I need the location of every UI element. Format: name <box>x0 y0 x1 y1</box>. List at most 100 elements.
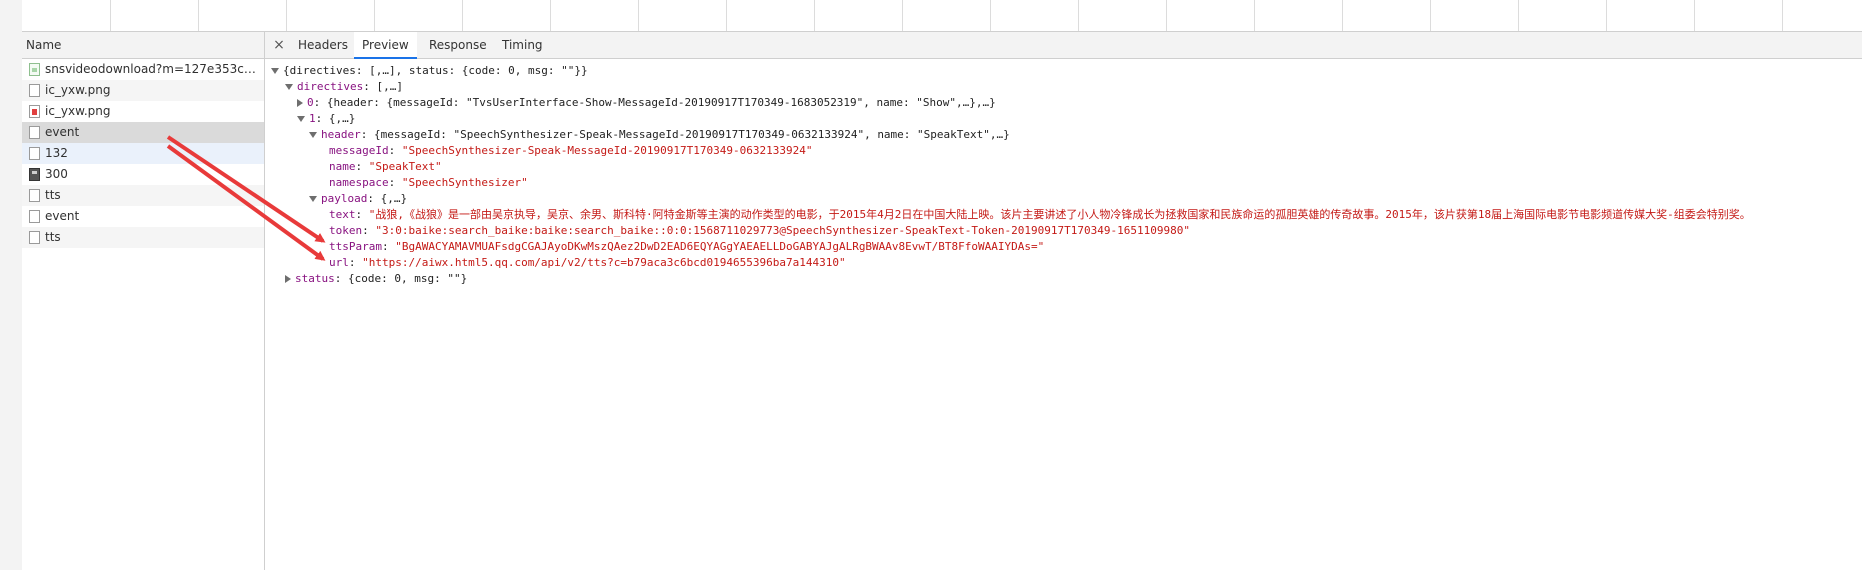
json-key: header <box>321 128 361 141</box>
json-summary: {,…} <box>328 112 356 125</box>
json-key: directives <box>297 80 364 93</box>
request-row[interactable]: ic_yxw.png <box>22 80 264 101</box>
tab-response[interactable]: Response <box>421 32 495 58</box>
tab-headers[interactable]: Headers <box>290 32 356 58</box>
document-icon <box>29 126 40 139</box>
request-row[interactable]: snsvideodownload?m=127e353c0a9b... <box>22 59 264 80</box>
request-row[interactable]: event <box>22 206 264 227</box>
timeline-gridline <box>110 0 111 31</box>
json-node-item-1[interactable]: 1: {,…} <box>297 111 355 127</box>
timeline-gridline <box>1782 0 1783 31</box>
document-icon <box>29 231 40 244</box>
json-root-node[interactable]: {directives: [,…], status: {code: 0, msg… <box>271 63 588 79</box>
tab-timing[interactable]: Timing <box>494 32 551 58</box>
request-name: event <box>45 125 80 139</box>
json-prop-token: token: "3:0:baike:search_baike:baike:sea… <box>329 224 1190 237</box>
request-name: ic_yxw.png <box>45 104 111 118</box>
left-gutter <box>0 0 23 570</box>
json-string-value: "SpeechSynthesizer" <box>401 176 528 189</box>
image-file-icon <box>29 105 40 118</box>
timeline-gridline <box>638 0 639 31</box>
json-string-value: "SpeakText" <box>368 160 442 173</box>
expand-triangle-icon[interactable] <box>297 116 305 122</box>
timeline-gridline <box>1078 0 1079 31</box>
json-key: url <box>329 256 349 269</box>
timeline-gridline <box>1254 0 1255 31</box>
json-prop-messageId: messageId: "SpeechSynthesizer-Speak-Mess… <box>329 144 813 157</box>
json-key: namespace <box>329 176 389 189</box>
json-key: text <box>329 208 356 221</box>
request-name: 132 <box>45 146 68 160</box>
json-node-directives[interactable]: directives: [,…] <box>285 79 403 95</box>
timeline-overview[interactable] <box>22 0 1862 32</box>
timeline-gridline <box>462 0 463 31</box>
json-root-summary: {directives: [,…], status: {code: 0, msg… <box>283 64 588 77</box>
collapse-triangle-icon[interactable] <box>297 99 303 107</box>
json-key: messageId <box>329 144 389 157</box>
name-column-header[interactable]: Name <box>22 32 264 59</box>
json-key: name <box>329 160 356 173</box>
json-summary: {header: {messageId: "TvsUserInterface-S… <box>326 96 996 109</box>
json-prop-namespace: namespace: "SpeechSynthesizer" <box>329 176 528 189</box>
json-string-value: "BgAWACYAMAVMUAFsdgCGAJAyoDKwMszQAez2DwD… <box>395 240 1045 253</box>
timeline-gridline <box>374 0 375 31</box>
request-list: Name snsvideodownload?m=127e353c0a9b... … <box>22 32 265 570</box>
json-preview-tree: {directives: [,…], status: {code: 0, msg… <box>265 59 1862 570</box>
json-string-value: "SpeechSynthesizer-Speak-MessageId-20190… <box>401 144 813 157</box>
json-key: ttsParam <box>329 240 382 253</box>
json-string-value: "3:0:baike:search_baike:baike:search_bai… <box>375 224 1190 237</box>
collapse-triangle-icon[interactable] <box>285 275 291 283</box>
request-row[interactable]: event <box>22 122 264 143</box>
json-prop-text: text: "战狼,《战狼》是一部由吴京执导，吴京、余男、斯科特·阿特金斯等主演… <box>329 208 1751 221</box>
document-icon <box>29 84 40 97</box>
expand-triangle-icon[interactable] <box>285 84 293 90</box>
json-node-payload[interactable]: payload: {,…} <box>309 191 407 207</box>
timeline-gridline <box>550 0 551 31</box>
timeline-gridline <box>1430 0 1431 31</box>
request-name: ic_yxw.png <box>45 83 111 97</box>
request-row[interactable]: tts <box>22 227 264 248</box>
json-key: status <box>295 272 335 285</box>
document-icon <box>29 189 40 202</box>
json-key: token <box>329 224 363 237</box>
json-key: payload <box>321 192 368 205</box>
request-detail-pane: × Headers Preview Response Timing {direc… <box>265 32 1862 570</box>
expand-triangle-icon[interactable] <box>309 132 317 138</box>
timeline-gridline <box>286 0 287 31</box>
json-prop-url: url: "https://aiwx.html5.qq.com/api/v2/t… <box>329 256 846 269</box>
expand-triangle-icon[interactable] <box>271 68 279 74</box>
json-summary: {code: 0, msg: ""} <box>348 272 468 285</box>
request-name: tts <box>45 188 61 202</box>
document-icon <box>29 147 40 160</box>
request-row[interactable]: 132 <box>22 143 264 164</box>
tab-preview[interactable]: Preview <box>354 32 417 59</box>
close-icon[interactable]: × <box>271 32 287 58</box>
timeline-gridline <box>726 0 727 31</box>
json-summary: [,…] <box>376 80 403 93</box>
json-string-value: "https://aiwx.html5.qq.com/api/v2/tts?c=… <box>362 256 846 269</box>
image-file-icon <box>29 63 40 76</box>
timeline-gridline <box>1342 0 1343 31</box>
timeline-gridline <box>1694 0 1695 31</box>
json-node-status[interactable]: status: {code: 0, msg: ""} <box>285 271 467 287</box>
timeline-gridline <box>1518 0 1519 31</box>
request-row[interactable]: tts <box>22 185 264 206</box>
json-node-header[interactable]: header: {messageId: "SpeechSynthesizer-S… <box>309 127 1010 143</box>
request-name: tts <box>45 230 61 244</box>
expand-triangle-icon[interactable] <box>309 196 317 202</box>
json-prop-ttsParam: ttsParam: "BgAWACYAMAVMUAFsdgCGAJAyoDKwM… <box>329 240 1045 253</box>
json-key: 1 <box>309 112 316 125</box>
timeline-gridline <box>814 0 815 31</box>
json-node-item-0[interactable]: 0: {header: {messageId: "TvsUserInterfac… <box>297 95 996 111</box>
request-name: event <box>45 209 80 223</box>
request-name: 300 <box>45 167 68 181</box>
json-prop-name: name: "SpeakText" <box>329 160 442 173</box>
json-key: 0 <box>307 96 314 109</box>
request-row[interactable]: 300 <box>22 164 264 185</box>
request-row[interactable]: ic_yxw.png <box>22 101 264 122</box>
document-icon <box>29 210 40 223</box>
timeline-gridline <box>1166 0 1167 31</box>
timeline-gridline <box>990 0 991 31</box>
timeline-gridline <box>1606 0 1607 31</box>
timeline-gridline <box>902 0 903 31</box>
